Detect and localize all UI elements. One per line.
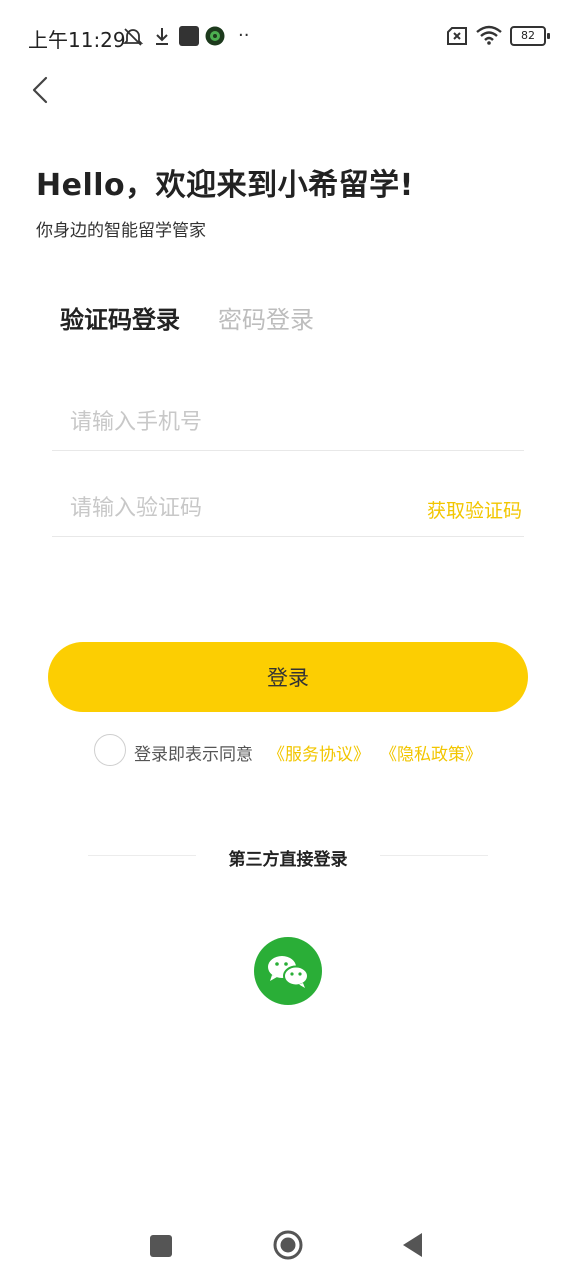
third-party-title: 第三方直接登录 bbox=[228, 850, 348, 870]
app-notification-icon bbox=[179, 26, 199, 46]
page-subtitle: 你身边的智能留学管家 bbox=[36, 221, 206, 241]
status-time: 上午11:29 bbox=[28, 28, 126, 52]
divider-right bbox=[380, 855, 488, 856]
tab-password-login[interactable]: 密码登录 bbox=[218, 300, 314, 335]
back-button[interactable] bbox=[22, 70, 62, 110]
wechat-login-button[interactable] bbox=[254, 937, 322, 1005]
agreement-text: 登录即表示同意 bbox=[134, 745, 253, 765]
app-badge-icon bbox=[205, 26, 225, 50]
privacy-policy-link[interactable]: 《隐私政策》 bbox=[380, 740, 482, 765]
get-code-button[interactable]: 获取验证码 bbox=[427, 496, 522, 523]
triangle-back-icon bbox=[403, 1233, 422, 1257]
download-icon bbox=[153, 26, 171, 50]
mute-bell-icon bbox=[122, 26, 144, 52]
sim-no-signal-icon bbox=[446, 27, 468, 49]
code-input[interactable] bbox=[52, 480, 410, 536]
wechat-icon bbox=[268, 956, 309, 988]
login-button[interactable]: 登录 bbox=[48, 642, 528, 712]
back-nav-button[interactable] bbox=[400, 1231, 426, 1263]
phone-field bbox=[52, 394, 524, 451]
battery-indicator: 82 bbox=[510, 26, 550, 46]
wifi-icon bbox=[476, 25, 502, 49]
agree-checkbox[interactable] bbox=[94, 734, 126, 766]
code-field: 获取验证码 bbox=[52, 480, 524, 537]
recent-apps-button[interactable] bbox=[150, 1235, 172, 1257]
service-agreement-link[interactable]: 《服务协议》 bbox=[268, 740, 370, 765]
tab-sms-login[interactable]: 验证码登录 bbox=[60, 300, 180, 335]
chevron-left-icon bbox=[32, 76, 48, 104]
home-button[interactable] bbox=[272, 1229, 304, 1265]
page-title: Hello，欢迎来到小希留学! bbox=[36, 168, 414, 203]
phone-input[interactable] bbox=[52, 394, 410, 450]
more-notifications-icon: ·· bbox=[238, 25, 250, 46]
home-circle-icon bbox=[273, 1230, 303, 1260]
